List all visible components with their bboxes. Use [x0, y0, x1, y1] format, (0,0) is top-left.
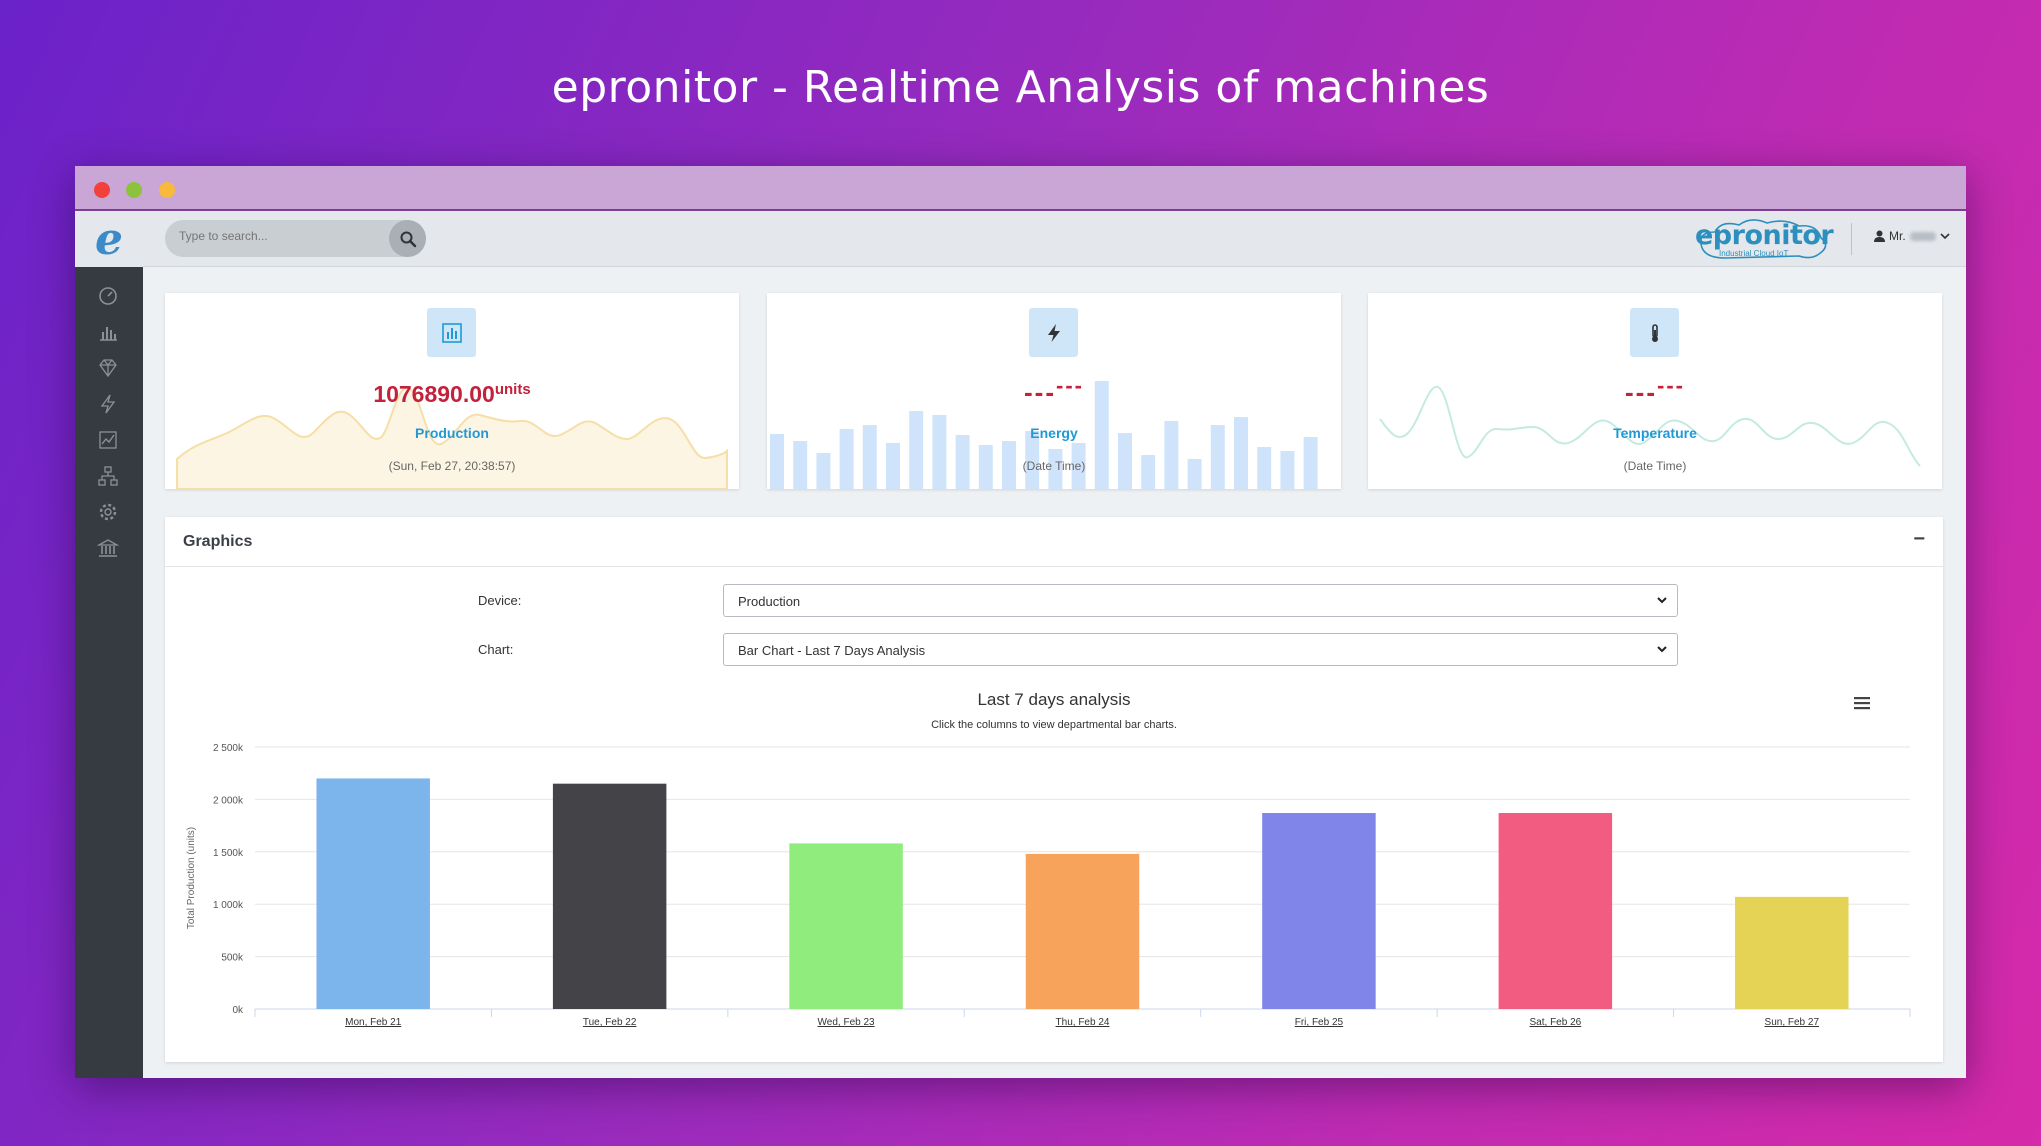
thermometer-badge-icon	[1630, 308, 1679, 357]
lightning-icon[interactable]	[95, 391, 121, 417]
page-hero-title: epronitor - Realtime Analysis of machine…	[551, 62, 1490, 113]
chart-bar[interactable]	[1025, 853, 1140, 1009]
temperature-timestamp: (Date Time)	[1623, 459, 1687, 473]
energy-label: Energy	[1030, 425, 1078, 441]
x-tick-label[interactable]: Tue, Feb 22	[583, 1017, 637, 1028]
x-tick-label[interactable]: Sat, Feb 26	[1530, 1017, 1582, 1028]
maximize-window-button[interactable]	[126, 182, 142, 198]
close-window-button[interactable]	[94, 182, 110, 198]
chart-bar[interactable]	[316, 778, 430, 1009]
production-timestamp: (Sun, Feb 27, 20:38:57)	[388, 459, 516, 473]
y-tick-label: 0k	[232, 1005, 244, 1016]
navbar-divider	[1851, 223, 1852, 255]
temperature-value: ------	[1625, 373, 1685, 407]
energy-timestamp: (Date Time)	[1022, 459, 1086, 473]
bar-chart-icon[interactable]	[95, 319, 121, 345]
chart-bar[interactable]	[1498, 813, 1613, 1009]
y-tick-label: 500k	[221, 953, 244, 964]
search-icon	[400, 231, 416, 247]
production-unit: units	[494, 381, 531, 398]
x-tick-label[interactable]: Thu, Feb 24	[1056, 1017, 1110, 1028]
chart-bar[interactable]	[1735, 896, 1849, 1009]
graphics-panel: Graphics − Device: Production Chart: Bar…	[165, 517, 1943, 1062]
user-name: Mr.	[1889, 229, 1906, 243]
energy-card[interactable]: ------ Energy (Date Time)	[767, 293, 1341, 489]
energy-bg-bar	[909, 411, 924, 489]
main-content: 1076890.00units Production (Sun, Feb 27,…	[143, 267, 1966, 1078]
top-navbar: e epronitor Industrial Cloud IoT Mr.	[75, 211, 1966, 267]
gear-icon[interactable]	[95, 499, 121, 525]
production-card[interactable]: 1076890.00units Production (Sun, Feb 27,…	[165, 293, 739, 489]
chart-bar[interactable]	[789, 843, 903, 1009]
x-tick-label[interactable]: Mon, Feb 21	[345, 1017, 402, 1028]
temperature-label: Temperature	[1613, 425, 1697, 441]
chart-bar[interactable]	[552, 783, 667, 1009]
search-input[interactable]	[179, 229, 379, 243]
energy-value: ------	[1024, 373, 1084, 407]
y-tick-label: 1 500k	[213, 848, 244, 859]
user-menu[interactable]: Mr.	[1874, 229, 1950, 243]
search-box	[165, 220, 426, 257]
y-tick-label: 2 500k	[213, 743, 244, 754]
minimize-window-button[interactable]	[159, 182, 175, 198]
sitemap-icon[interactable]	[95, 463, 121, 489]
window-titlebar	[75, 166, 1966, 211]
app-logo-icon[interactable]: e	[75, 211, 143, 267]
sidebar	[75, 267, 143, 1078]
search-button[interactable]	[389, 220, 426, 257]
chevron-down-icon	[1940, 233, 1950, 240]
x-tick-label[interactable]: Sun, Feb 27	[1765, 1017, 1820, 1028]
lightning-badge-icon	[1029, 308, 1078, 357]
brand-tagline: Industrial Cloud IoT	[1719, 249, 1789, 258]
dashboard-timer-icon[interactable]	[95, 283, 121, 309]
y-tick-label: 1 000k	[213, 900, 244, 911]
user-name-redacted	[1909, 231, 1936, 241]
app-window: e epronitor Industrial Cloud IoT Mr.	[75, 166, 1966, 1078]
brand-logo: epronitor Industrial Cloud IoT	[1695, 216, 1835, 262]
y-tick-label: 2 000k	[213, 795, 244, 806]
brand-name: epronitor	[1695, 220, 1834, 251]
production-value: 1076890.00units	[373, 381, 531, 407]
x-tick-label[interactable]: Wed, Feb 23	[818, 1017, 876, 1028]
user-icon	[1874, 230, 1885, 242]
line-chart-icon[interactable]	[95, 427, 121, 453]
bar-chart: 0k 500k 1 000k 1 500k 2 000k 2 500k Total Prod…	[186, 743, 1911, 1028]
production-label: Production	[415, 425, 489, 441]
x-tick-label[interactable]: Fri, Feb 25	[1295, 1017, 1344, 1028]
chart-bar[interactable]	[1262, 813, 1376, 1009]
y-axis-label: Total Production (units)	[186, 827, 197, 929]
bank-icon[interactable]	[95, 535, 121, 561]
diamond-icon[interactable]	[95, 355, 121, 381]
temperature-card[interactable]: ------ Temperature (Date Time)	[1368, 293, 1942, 489]
bar-chart-badge-icon	[427, 308, 476, 357]
